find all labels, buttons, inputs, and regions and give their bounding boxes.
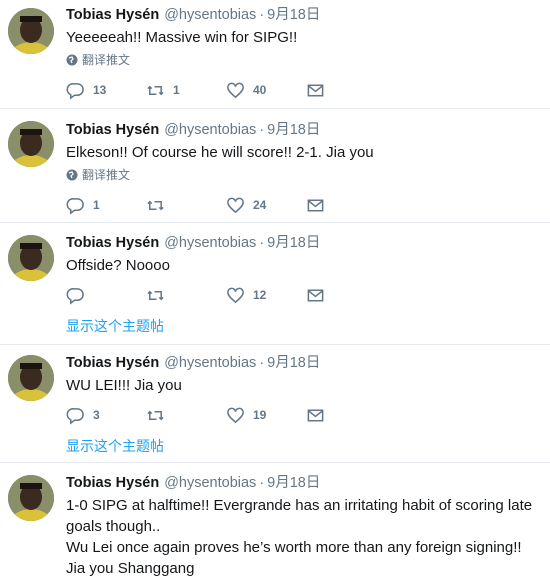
dm-button[interactable] bbox=[306, 195, 386, 215]
avatar[interactable] bbox=[8, 235, 54, 281]
tweet-text: WU LEI!!! Jia you bbox=[66, 377, 182, 394]
like-button[interactable]: 19 bbox=[226, 405, 306, 425]
reply-icon bbox=[66, 287, 84, 305]
reply-count: 3 bbox=[93, 408, 100, 422]
translate-link[interactable]: 翻译推文 bbox=[66, 167, 542, 183]
dm-button[interactable] bbox=[306, 405, 386, 425]
reply-button[interactable]: 13 bbox=[66, 80, 146, 100]
tweet[interactable]: Tobias Hysén @hysentobias · 9月18日 Yeeeee… bbox=[0, 0, 550, 108]
globe-icon bbox=[66, 169, 78, 181]
show-thread-link[interactable]: 显示这个主题帖 bbox=[66, 316, 164, 336]
tweet-header: Tobias Hysén @hysentobias · 9月18日 bbox=[66, 474, 542, 492]
globe-icon bbox=[66, 54, 78, 66]
tweet-actions: 1 24 bbox=[66, 195, 550, 215]
retweet-icon bbox=[147, 200, 164, 210]
tweet[interactable]: Tobias Hysén @hysentobias · 9月18日 Offsid… bbox=[0, 222, 550, 344]
separator-dot: · bbox=[259, 235, 265, 251]
like-count: 24 bbox=[253, 198, 267, 212]
reply-icon bbox=[66, 197, 84, 215]
author-handle[interactable]: @hysentobias bbox=[164, 6, 256, 24]
author-handle[interactable]: @hysentobias bbox=[164, 121, 256, 139]
tweet-header: Tobias Hysén @hysentobias · 9月18日 bbox=[66, 121, 542, 139]
avatar[interactable] bbox=[8, 355, 54, 401]
retweet-icon bbox=[147, 85, 164, 95]
tweet[interactable]: Tobias Hysén @hysentobias · 9月18日 1-0 SI… bbox=[0, 462, 550, 577]
separator-dot: · bbox=[259, 355, 265, 371]
retweet-count: 1 bbox=[173, 83, 180, 97]
reply-count: 1 bbox=[93, 198, 100, 212]
retweet-button[interactable] bbox=[146, 405, 226, 425]
author-name[interactable]: Tobias Hysén bbox=[66, 121, 159, 139]
separator-dot: · bbox=[259, 122, 265, 138]
tweet-date[interactable]: 9月18日 bbox=[267, 474, 320, 492]
tweet-date[interactable]: 9月18日 bbox=[267, 121, 320, 139]
avatar[interactable] bbox=[8, 121, 54, 167]
translate-label: 翻译推文 bbox=[82, 168, 131, 182]
tweet-text: 1-0 SIPG at halftime!! Evergrande has an… bbox=[66, 497, 533, 577]
tweet[interactable]: Tobias Hysén @hysentobias · 9月18日 Elkeso… bbox=[0, 108, 550, 222]
like-button[interactable]: 40 bbox=[226, 80, 306, 100]
like-count: 12 bbox=[253, 288, 267, 302]
reply-button[interactable] bbox=[66, 285, 146, 305]
like-count: 19 bbox=[253, 408, 267, 422]
dm-icon bbox=[307, 289, 324, 301]
retweet-button[interactable]: 1 bbox=[146, 80, 226, 100]
tweet-text: Yeeeeeah!! Massive win for SIPG!! bbox=[66, 29, 298, 46]
tweet-header: Tobias Hysén @hysentobias · 9月18日 bbox=[66, 354, 542, 372]
tweet-actions: 3 19 bbox=[66, 405, 550, 425]
dm-icon bbox=[307, 409, 324, 421]
tweet-date[interactable]: 9月18日 bbox=[267, 354, 320, 372]
like-button[interactable]: 12 bbox=[226, 285, 306, 305]
like-icon bbox=[227, 197, 244, 213]
author-handle[interactable]: @hysentobias bbox=[164, 234, 256, 252]
dm-button[interactable] bbox=[306, 285, 386, 305]
show-thread-link[interactable]: 显示这个主题帖 bbox=[66, 436, 164, 456]
tweet-text: Offside? Noooo bbox=[66, 257, 170, 274]
like-button[interactable]: 24 bbox=[226, 195, 306, 215]
reply-button[interactable]: 1 bbox=[66, 195, 146, 215]
avatar[interactable] bbox=[8, 475, 54, 521]
author-name[interactable]: Tobias Hysén bbox=[66, 354, 159, 372]
retweet-button[interactable] bbox=[146, 285, 226, 305]
separator-dot: · bbox=[259, 475, 265, 491]
tweet-date[interactable]: 9月18日 bbox=[267, 6, 320, 24]
dm-icon bbox=[307, 199, 324, 211]
like-count: 40 bbox=[253, 83, 267, 97]
tweet-actions: 12 bbox=[66, 285, 550, 305]
separator-dot: · bbox=[259, 7, 265, 23]
dm-icon bbox=[307, 84, 324, 96]
retweet-icon bbox=[147, 290, 164, 300]
author-name[interactable]: Tobias Hysén bbox=[66, 474, 159, 492]
tweet-header: Tobias Hysén @hysentobias · 9月18日 bbox=[66, 234, 542, 252]
like-icon bbox=[227, 407, 244, 423]
tweet[interactable]: Tobias Hysén @hysentobias · 9月18日 WU LEI… bbox=[0, 344, 550, 462]
timeline: Tobias Hysén @hysentobias · 9月18日 Yeeeee… bbox=[0, 0, 550, 577]
reply-count: 13 bbox=[93, 83, 107, 97]
reply-icon bbox=[66, 407, 84, 425]
tweet-date[interactable]: 9月18日 bbox=[267, 234, 320, 252]
translate-link[interactable]: 翻译推文 bbox=[66, 52, 542, 68]
author-name[interactable]: Tobias Hysén bbox=[66, 234, 159, 252]
tweet-text: Elkeson!! Of course he will score!! 2-1.… bbox=[66, 144, 374, 161]
tweet-actions: 13 1 40 bbox=[66, 80, 550, 100]
tweet-header: Tobias Hysén @hysentobias · 9月18日 bbox=[66, 6, 542, 24]
reply-button[interactable]: 3 bbox=[66, 405, 146, 425]
translate-label: 翻译推文 bbox=[82, 53, 131, 67]
author-name[interactable]: Tobias Hysén bbox=[66, 6, 159, 24]
reply-icon bbox=[66, 82, 84, 100]
author-handle[interactable]: @hysentobias bbox=[164, 354, 256, 372]
like-icon bbox=[227, 82, 244, 98]
like-icon bbox=[227, 287, 244, 303]
retweet-button[interactable] bbox=[146, 195, 226, 215]
retweet-icon bbox=[147, 410, 164, 420]
avatar[interactable] bbox=[8, 8, 54, 54]
dm-button[interactable] bbox=[306, 80, 386, 100]
author-handle[interactable]: @hysentobias bbox=[164, 474, 256, 492]
